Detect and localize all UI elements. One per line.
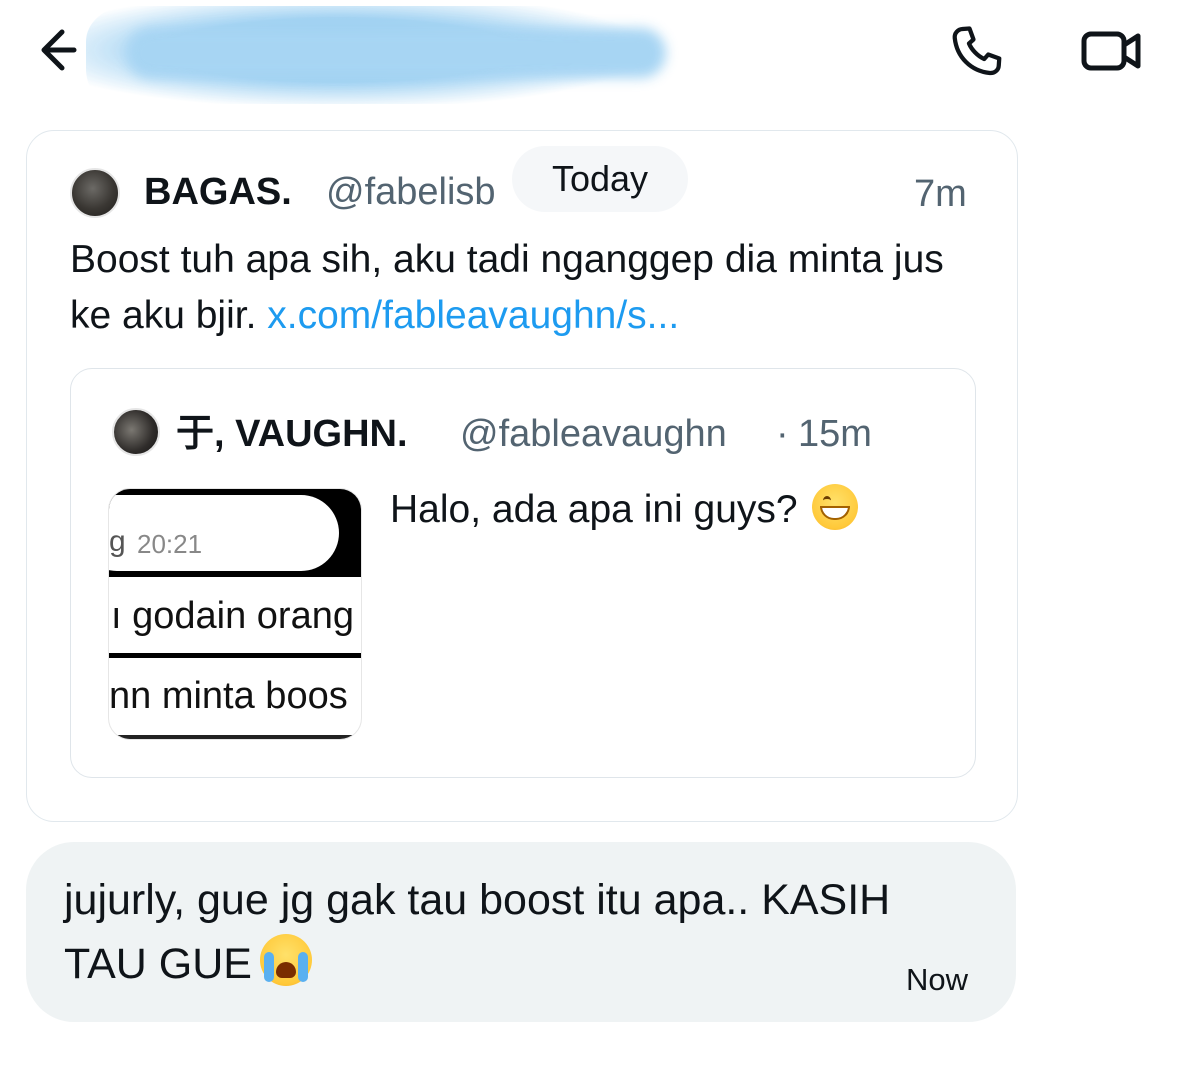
media-time: 20:21 bbox=[137, 529, 203, 559]
video-camera-icon bbox=[1081, 31, 1141, 71]
tweet-link[interactable]: x.com/fableavaughn/s... bbox=[267, 294, 679, 337]
author-handle: @fabelisb bbox=[326, 171, 496, 213]
quoted-text-body: Halo, ada apa ini guys? bbox=[390, 488, 798, 531]
video-call-button[interactable] bbox=[1078, 24, 1144, 78]
separator-dot: · bbox=[776, 413, 789, 455]
date-separator: Today bbox=[512, 146, 688, 212]
media-divider bbox=[109, 653, 361, 658]
message-time: Now bbox=[906, 962, 969, 997]
loudly-crying-face-icon bbox=[259, 934, 312, 986]
message-body: jujurly, gue jg gak tau boost itu apa.. … bbox=[64, 876, 891, 988]
avatar[interactable] bbox=[112, 408, 160, 456]
media-bottom-edge bbox=[109, 735, 361, 739]
media-cut-letter: g bbox=[109, 525, 126, 558]
tweet-time: 7m bbox=[914, 173, 967, 215]
quoted-tweet-text: Halo, ada apa ini guys? bbox=[390, 484, 859, 535]
avatar[interactable] bbox=[70, 168, 120, 218]
media-text-line: ı godain orang bbox=[111, 595, 354, 637]
quoted-author-handle: @fableavaughn bbox=[460, 413, 727, 455]
grinning-face-icon bbox=[812, 484, 859, 530]
quoted-author-name: 于, VAUGHN. bbox=[176, 413, 408, 455]
message-text: jujurly, gue jg gak tau boost itu apa.. … bbox=[64, 868, 984, 996]
author-name: BAGAS. bbox=[144, 171, 292, 213]
media-text-line: nn minta boos bbox=[109, 675, 348, 717]
quoted-media-thumbnail[interactable]: g 20:21 ı godain orang nn minta boos bbox=[108, 488, 362, 740]
redacted-conversation-name bbox=[86, 6, 718, 104]
tweet-text: Boost tuh apa sih, aku tadi nganggep dia… bbox=[70, 232, 990, 344]
phone-icon bbox=[952, 26, 1002, 76]
quoted-tweet-time: 15m bbox=[798, 413, 872, 455]
call-button[interactable] bbox=[946, 22, 1006, 82]
